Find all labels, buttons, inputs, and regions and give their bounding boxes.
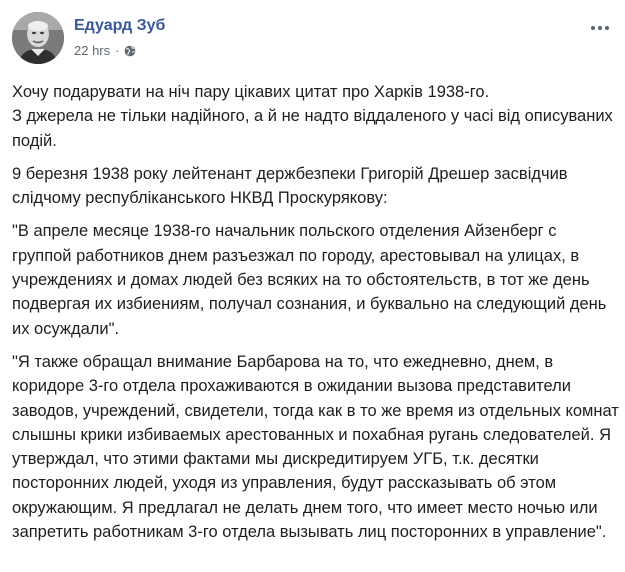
meta-separator: · — [115, 43, 120, 58]
post-paragraph-1: Хочу подарувати на ніч пару цікавих цита… — [12, 83, 613, 150]
facebook-post: Едуард Зуб 22 hrs · Хочу подарувати на н — [0, 0, 625, 572]
post-meta: 22 hrs · — [74, 43, 136, 58]
avatar-photo — [12, 12, 64, 64]
post-paragraph-2: 9 березня 1938 року лейтенант держбезпек… — [12, 164, 568, 208]
post-paragraph-3: "В апреле месяце 1938-го начальник польс… — [12, 222, 607, 338]
post-header: Едуард Зуб 22 hrs · — [12, 12, 612, 64]
post-text: Хочу подарувати на ніч пару цікавих цита… — [12, 80, 620, 553]
author-name[interactable]: Едуард Зуб — [74, 17, 165, 35]
more-options-button[interactable] — [588, 16, 612, 40]
globe-icon[interactable] — [124, 45, 136, 57]
author-avatar[interactable] — [12, 12, 64, 64]
post-paragraph-4: "Я также обращал внимание Барбарова на т… — [12, 352, 619, 542]
post-timestamp[interactable]: 22 hrs — [74, 43, 110, 58]
more-horizontal-icon — [590, 25, 610, 31]
